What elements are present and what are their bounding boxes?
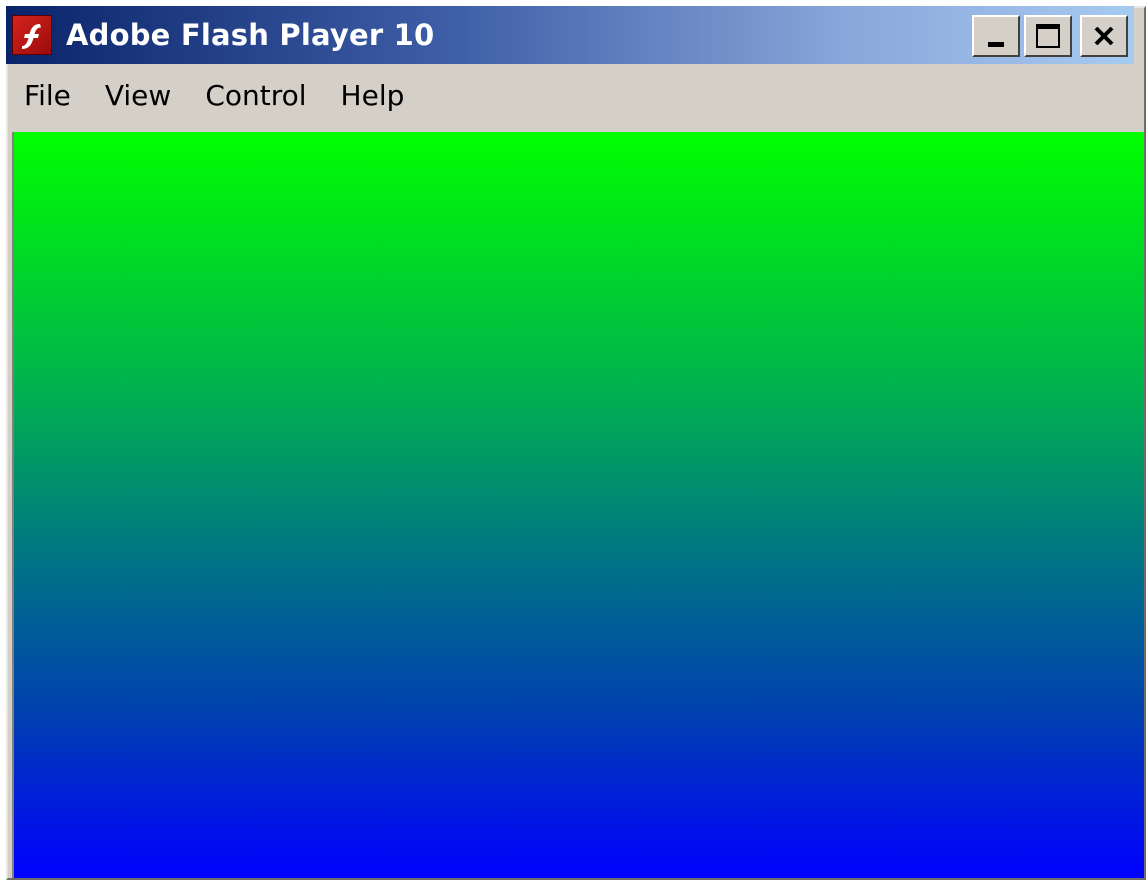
close-button[interactable] — [1080, 15, 1128, 57]
menu-file[interactable]: File — [14, 75, 88, 116]
menu-help[interactable]: Help — [324, 75, 422, 116]
menu-bar: File View Control Help — [6, 66, 1134, 124]
window-controls — [972, 15, 1128, 57]
maximize-icon — [1036, 24, 1060, 48]
flash-icon[interactable] — [12, 15, 52, 55]
title-bar[interactable]: Adobe Flash Player 10 — [6, 6, 1134, 64]
flash-logo-glyph — [22, 24, 41, 49]
window-title: Adobe Flash Player 10 — [66, 18, 435, 52]
menu-control[interactable]: Control — [188, 75, 323, 116]
maximize-button[interactable] — [1024, 15, 1072, 57]
flash-stage[interactable] — [12, 132, 1144, 878]
menu-view[interactable]: View — [88, 75, 188, 116]
minimize-icon — [988, 41, 1004, 47]
close-icon — [1094, 26, 1114, 46]
minimize-button[interactable] — [972, 15, 1020, 57]
